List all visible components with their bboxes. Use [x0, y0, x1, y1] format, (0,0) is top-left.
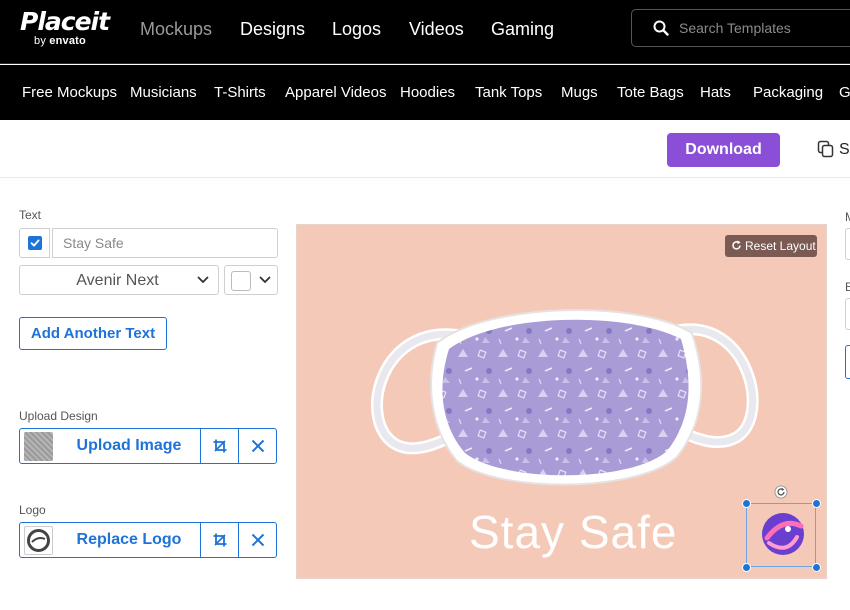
- logo-thumbnail: [24, 526, 53, 555]
- refresh-icon: [732, 240, 741, 250]
- logo-swirl-icon: [27, 529, 50, 552]
- reset-layout-label: Reset Layout: [745, 239, 816, 253]
- mockup-overlay-text[interactable]: Stay Safe: [469, 505, 677, 559]
- nav-mockups[interactable]: Mockups: [140, 19, 212, 39]
- save-label: Sa: [839, 141, 850, 158]
- category-t-shirts[interactable]: T-Shirts: [214, 84, 266, 101]
- text-toggle-cell: [19, 228, 50, 258]
- resize-handle-tr[interactable]: [812, 499, 821, 508]
- resize-handle-bl[interactable]: [742, 563, 751, 572]
- right-panel-button[interactable]: [845, 345, 850, 379]
- category-mugs[interactable]: Mugs: [561, 84, 598, 101]
- category-musicians[interactable]: Musicians: [130, 84, 197, 101]
- replace-logo-button[interactable]: Replace Logo: [58, 523, 200, 557]
- rotate-handle-icon[interactable]: [774, 485, 788, 499]
- category-more[interactable]: Ga: [839, 84, 850, 101]
- right-panel-label-1: M: [845, 210, 850, 224]
- font-select-value: Avenir Next: [76, 272, 159, 289]
- chevron-down-icon: [197, 276, 209, 283]
- design-thumbnail: [24, 432, 53, 461]
- text-input[interactable]: [52, 228, 278, 258]
- category-tank-tops[interactable]: Tank Tops: [475, 84, 542, 101]
- download-button[interactable]: Download: [667, 133, 780, 167]
- search-box[interactable]: [631, 9, 850, 47]
- crop-logo-button[interactable]: [200, 523, 238, 557]
- logo-selection-box[interactable]: [746, 503, 816, 567]
- logo-row: Replace Logo: [19, 522, 277, 558]
- nav-designs[interactable]: Designs: [240, 19, 305, 39]
- close-icon: [251, 439, 265, 453]
- font-select[interactable]: Avenir Next: [19, 265, 219, 295]
- category-hoodies[interactable]: Hoodies: [400, 84, 455, 101]
- logo-section-label: Logo: [19, 503, 46, 517]
- resize-handle-tl[interactable]: [742, 499, 751, 508]
- category-tote-bags[interactable]: Tote Bags: [617, 84, 684, 101]
- category-packaging[interactable]: Packaging: [753, 84, 823, 101]
- reset-layout-button[interactable]: Reset Layout: [725, 235, 817, 257]
- placeit-logo[interactable]: Placeit by envato: [20, 7, 110, 48]
- logo-brand: Placeit: [20, 7, 110, 36]
- logo-envato: envato: [49, 35, 86, 47]
- category-free-mockups[interactable]: Free Mockups: [22, 84, 117, 101]
- editor-toolbar: Download Sa: [0, 120, 850, 178]
- checkmark-icon: [30, 239, 40, 247]
- remove-logo-button[interactable]: [238, 523, 276, 557]
- crop-icon: [213, 533, 227, 547]
- crop-icon: [213, 439, 227, 453]
- nav-logos[interactable]: Logos: [332, 19, 381, 39]
- copy-icon: [817, 140, 834, 158]
- nav-videos[interactable]: Videos: [409, 19, 464, 39]
- upload-design-label: Upload Design: [19, 409, 98, 423]
- add-another-text-button[interactable]: Add Another Text: [19, 317, 167, 350]
- right-panel-label-2: E: [845, 280, 850, 294]
- color-swatch: [231, 271, 251, 291]
- logo-byline: by envato: [34, 35, 109, 47]
- category-bar: Free Mockups Musicians T-Shirts Apparel …: [0, 65, 850, 120]
- close-icon: [251, 533, 265, 547]
- text-color-select[interactable]: [224, 265, 278, 295]
- upload-image-button[interactable]: Upload Image: [58, 429, 200, 463]
- search-input[interactable]: [679, 18, 850, 38]
- right-panel-field-1[interactable]: [845, 228, 850, 260]
- search-icon: [653, 20, 669, 36]
- category-hats[interactable]: Hats: [700, 84, 731, 101]
- chevron-down-icon: [259, 276, 271, 283]
- category-apparel-videos[interactable]: Apparel Videos: [285, 84, 386, 101]
- mockup-preview[interactable]: Reset Layout Stay Safe: [296, 224, 827, 579]
- logo-by: by: [34, 35, 47, 47]
- nav-gaming[interactable]: Gaming: [491, 19, 554, 39]
- right-panel-field-2[interactable]: [845, 298, 850, 330]
- remove-design-button[interactable]: [238, 429, 276, 463]
- upload-design-row: Upload Image: [19, 428, 277, 464]
- top-nav: Placeit by envato Mockups Designs Logos …: [0, 0, 850, 64]
- crop-design-button[interactable]: [200, 429, 238, 463]
- text-visible-checkbox[interactable]: [28, 236, 42, 250]
- text-section-label: Text: [19, 208, 42, 222]
- resize-handle-br[interactable]: [812, 563, 821, 572]
